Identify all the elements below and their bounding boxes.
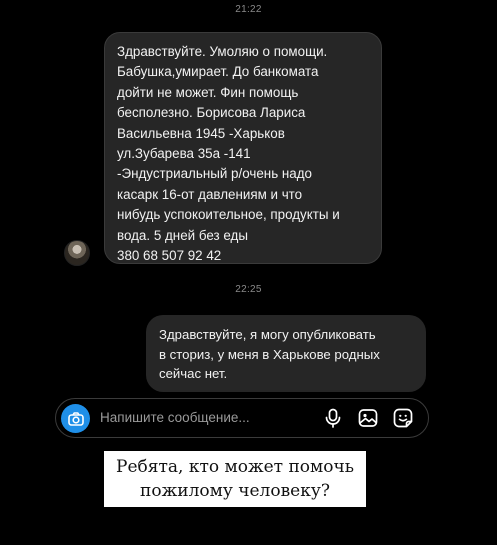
message-line: -Эндустриальный р/очень надо [117, 166, 312, 182]
timestamp: 21:22 [235, 4, 262, 15]
message-line: 380 68 507 92 42 [117, 248, 222, 264]
message-line: Здравствуйте, я могу опубликовать [159, 327, 376, 342]
microphone-icon[interactable] [322, 407, 344, 429]
timestamp: 22:25 [235, 284, 262, 295]
sticker-icon[interactable] [392, 407, 414, 429]
caption-banner: Ребята, кто может помочь пожилому челове… [104, 451, 366, 507]
message-line: Васильевна 1945 -Харьков [117, 125, 285, 141]
sender-avatar[interactable] [64, 240, 90, 266]
message-line: дойти не может. Фин помощь [117, 84, 299, 100]
incoming-message-bubble[interactable]: Здравствуйте. Умоляю о помощи. Бабушка,у… [104, 32, 382, 264]
message-line: Здравствуйте. Умоляю о помощи. [117, 44, 328, 59]
camera-button[interactable] [61, 404, 90, 433]
outgoing-message-bubble[interactable]: Здравствуйте, я могу опубликовать в стор… [146, 315, 426, 392]
camera-icon [67, 411, 84, 426]
caption-line: Ребята, кто может помочь [116, 457, 354, 477]
message-line: вода. 5 дней без еды [117, 227, 248, 243]
message-line: нибудь успокоительное, продукты и [117, 207, 340, 223]
message-line: касарк 16-от давлениям и что [117, 186, 303, 202]
gallery-icon[interactable] [357, 407, 379, 429]
message-input[interactable]: Напишите сообщение... [100, 410, 250, 425]
message-line: ул.Зубарева 35а -141 [117, 146, 251, 162]
message-line: Бабушка,умирает. До банкомата [117, 64, 319, 80]
message-line: в сториз, у меня в Харькове родных [159, 346, 380, 362]
message-line: бесполезно. Борисова Лариса [117, 105, 306, 121]
message-composer: Напишите сообщение... [55, 398, 429, 438]
caption-line: пожилому человеку? [140, 481, 330, 501]
message-line: сейчас нет. [159, 366, 228, 382]
